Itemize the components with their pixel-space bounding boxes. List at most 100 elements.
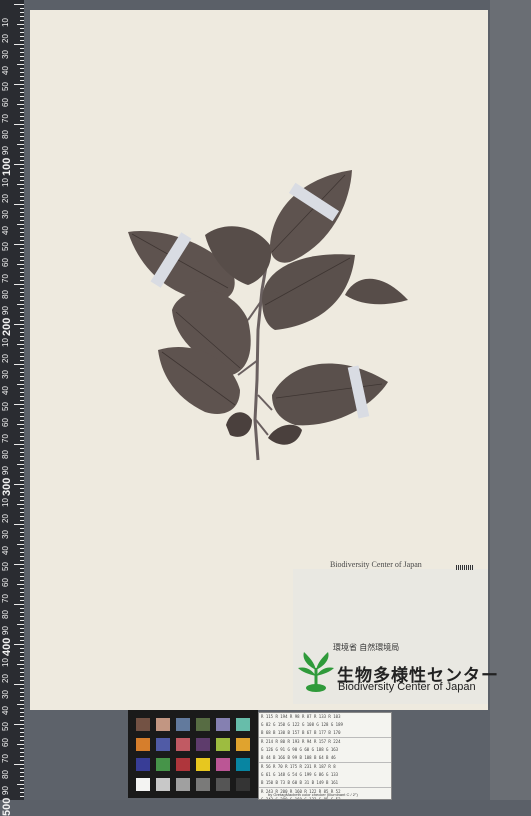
ruler-tick: [20, 552, 24, 553]
ruler-tick: [20, 256, 24, 257]
ruler-tick: [20, 500, 24, 501]
ruler-label: 30: [1, 50, 10, 59]
color-patch: [216, 778, 230, 791]
ruler-tick: [20, 8, 24, 9]
ruler-label: 40: [1, 386, 10, 395]
color-patch: [156, 758, 170, 771]
ruler-label: 50: [1, 562, 10, 571]
ruler-tick: [20, 576, 24, 577]
ministry-name: 環境省 自然環境局: [333, 643, 400, 652]
ruler-tick: [20, 336, 24, 337]
ruler-tick: [20, 152, 24, 153]
color-checker-card: [128, 710, 258, 798]
color-patch: [236, 738, 250, 751]
ruler-tick: [20, 160, 24, 161]
ruler-tick: [20, 28, 24, 29]
ruler-label: 80: [1, 130, 10, 139]
ruler-tick: [14, 724, 24, 725]
ruler-tick: [14, 684, 24, 685]
ruler-tick: [20, 436, 24, 437]
ruler-tick: [14, 484, 24, 485]
ruler-tick: [20, 368, 24, 369]
ruler-label: 90: [1, 626, 10, 635]
ruler-tick: [20, 736, 24, 737]
ruler-tick: [20, 276, 24, 277]
color-values-row: R 115 R 194 R 98 R 87 R 133 R 103: [261, 714, 341, 719]
color-patch: [236, 758, 250, 771]
ruler-tick: [20, 656, 24, 657]
ruler-tick: [17, 624, 24, 625]
ruler-tick: [20, 272, 24, 273]
ruler-tick: [14, 604, 24, 605]
ruler-tick: [20, 776, 24, 777]
ruler-tick: [20, 488, 24, 489]
ruler-tick: [14, 364, 24, 365]
ruler-tick: [20, 472, 24, 473]
ruler-tick: [14, 444, 24, 445]
ruler-label: 30: [1, 210, 10, 219]
ruler-tick: [20, 456, 24, 457]
ruler-tick: [20, 620, 24, 621]
ruler-label: 70: [1, 274, 10, 283]
ruler-tick: [20, 720, 24, 721]
ruler-tick: [14, 524, 24, 525]
ruler-tick: [20, 752, 24, 753]
ruler-tick: [20, 208, 24, 209]
barcode: [456, 565, 474, 570]
center-name-en: Biodiversity Center of Japan: [338, 681, 476, 693]
ruler-label: 90: [1, 146, 10, 155]
ruler-label: 90: [1, 786, 10, 795]
color-values-row: G 61 G 148 G 54 G 199 G 86 G 133: [261, 772, 339, 777]
ruler-tick: [20, 112, 24, 113]
ruler-label: 70: [1, 114, 10, 123]
ruler-tick: [20, 512, 24, 513]
ruler-tick: [20, 132, 24, 133]
ruler-tick: [20, 492, 24, 493]
ruler-tick: [20, 696, 24, 697]
ruler-tick: [20, 748, 24, 749]
ruler-label: 400: [1, 637, 13, 656]
ruler-label: 90: [1, 466, 10, 475]
ruler-tick: [20, 672, 24, 673]
ruler-tick: [17, 64, 24, 65]
color-patch: [136, 778, 150, 791]
ruler-tick: [20, 168, 24, 169]
ruler-label: 70: [1, 594, 10, 603]
ruler-tick: [20, 476, 24, 477]
ruler-tick: [20, 192, 24, 193]
ruler-tick: [20, 560, 24, 561]
ruler-tick: [20, 292, 24, 293]
ruler-label: 30: [1, 530, 10, 539]
ruler-label: 40: [1, 546, 10, 555]
ruler-tick: [20, 172, 24, 173]
ruler-tick: [20, 676, 24, 677]
ruler-tick: [20, 760, 24, 761]
ruler-tick: [17, 144, 24, 145]
ruler-tick: [20, 52, 24, 53]
color-patch: [176, 718, 190, 731]
ruler-tick: [20, 140, 24, 141]
color-values-row: G 126 G 91 G 90 G 60 G 188 G 163: [261, 747, 339, 752]
color-values-row: G 82 G 150 G 122 G 108 G 128 G 189: [261, 722, 343, 727]
ruler-tick: [14, 564, 24, 565]
ruler-tick: [20, 448, 24, 449]
ruler-tick: [20, 316, 24, 317]
ruler-tick: [20, 416, 24, 417]
color-values-row: R 214 R 80 R 193 R 94 R 157 R 224: [261, 739, 341, 744]
ruler-tick: [20, 376, 24, 377]
ruler-label: 50: [1, 402, 10, 411]
ruler-tick: [20, 592, 24, 593]
ruler-tick: [20, 196, 24, 197]
leaf: [268, 424, 302, 445]
leaf: [226, 412, 252, 437]
ruler-tick: [14, 284, 24, 285]
ruler-tick: [20, 356, 24, 357]
ruler-label: 40: [1, 66, 10, 75]
ruler-tick: [14, 404, 24, 405]
color-patch: [236, 778, 250, 791]
ruler-tick: [20, 220, 24, 221]
ruler-tick: [20, 352, 24, 353]
ruler-tick: [20, 708, 24, 709]
ruler-tick: [20, 308, 24, 309]
ruler-tick: [20, 660, 24, 661]
